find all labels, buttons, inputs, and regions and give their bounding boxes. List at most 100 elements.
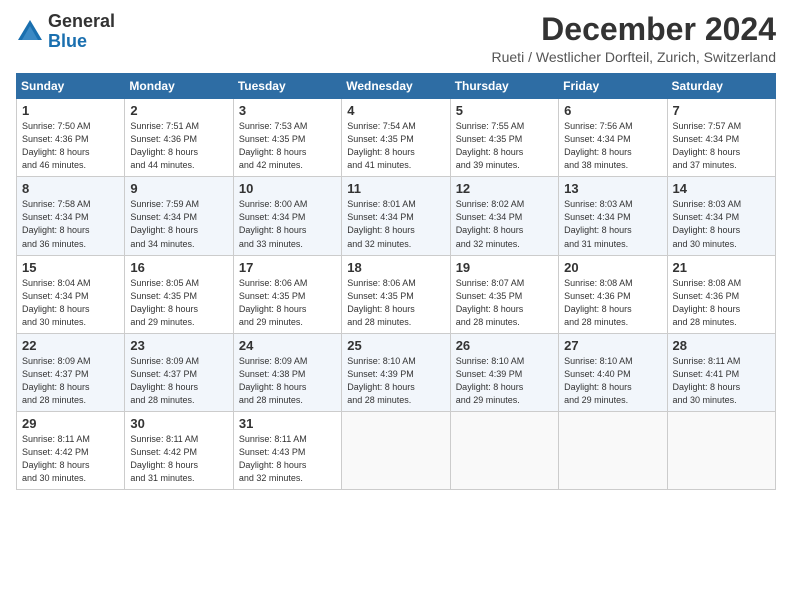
day-number: 27 [564,338,661,353]
table-row: 12 Sunrise: 8:02 AMSunset: 4:34 PMDayligh… [450,177,558,255]
day-info: Sunrise: 7:54 AMSunset: 4:35 PMDaylight:… [347,121,416,170]
table-row: 16 Sunrise: 8:05 AMSunset: 4:35 PMDayligh… [125,255,233,333]
logo-icon [16,18,44,46]
table-row: 3Sunrise: 7:53 AMSunset: 4:35 PMDaylight… [233,99,341,177]
day-number: 25 [347,338,444,353]
day-info: Sunrise: 8:06 AMSunset: 4:35 PMDaylight:… [239,278,308,327]
day-info: Sunrise: 8:03 AMSunset: 4:34 PMDaylight:… [564,199,633,248]
day-number: 4 [347,103,444,118]
page: General Blue December 2024 Rueti / Westl… [0,0,792,612]
calendar-row: 15 Sunrise: 8:04 AMSunset: 4:34 PMDayligh… [17,255,776,333]
table-row: 19 Sunrise: 8:07 AMSunset: 4:35 PMDayligh… [450,255,558,333]
table-row [667,411,775,489]
day-info: Sunrise: 8:10 AMSunset: 4:39 PMDaylight:… [456,356,525,405]
day-info: Sunrise: 7:53 AMSunset: 4:35 PMDaylight:… [239,121,308,170]
calendar-table: Sunday Monday Tuesday Wednesday Thursday… [16,73,776,490]
table-row: 4 Sunrise: 7:54 AMSunset: 4:35 PMDaylight… [342,99,450,177]
table-row: 29Sunrise: 8:11 AMSunset: 4:42 PMDayligh… [17,411,125,489]
day-number: 8 [22,181,119,196]
location-title: Rueti / Westlicher Dorfteil, Zurich, Swi… [492,49,777,65]
day-info: Sunrise: 8:08 AMSunset: 4:36 PMDaylight:… [564,278,633,327]
table-row: 5 Sunrise: 7:55 AMSunset: 4:35 PMDaylight… [450,99,558,177]
col-friday: Friday [559,74,667,99]
day-info: Sunrise: 8:09 AMSunset: 4:38 PMDaylight:… [239,356,308,405]
day-info: Sunrise: 8:11 AMSunset: 4:42 PMDaylight:… [130,434,198,483]
day-number: 1 [22,103,119,118]
day-number: 5 [456,103,553,118]
day-info: Sunrise: 8:03 AMSunset: 4:34 PMDaylight:… [673,199,742,248]
day-info: Sunrise: 8:11 AMSunset: 4:43 PMDaylight:… [239,434,307,483]
day-info: Sunrise: 8:04 AMSunset: 4:34 PMDaylight:… [22,278,91,327]
table-row: 21 Sunrise: 8:08 AMSunset: 4:36 PMDayligh… [667,255,775,333]
day-number: 23 [130,338,227,353]
table-row: 28 Sunrise: 8:11 AMSunset: 4:41 PMDayligh… [667,333,775,411]
day-number: 31 [239,416,336,431]
day-number: 30 [130,416,227,431]
day-info: Sunrise: 8:07 AMSunset: 4:35 PMDaylight:… [456,278,525,327]
day-info: Sunrise: 8:05 AMSunset: 4:35 PMDaylight:… [130,278,199,327]
table-row: 8 Sunrise: 7:58 AMSunset: 4:34 PMDaylight… [17,177,125,255]
day-number: 29 [22,416,119,431]
table-row: 7Sunrise: 7:57 AMSunset: 4:34 PMDaylight… [667,99,775,177]
day-number: 11 [347,181,444,196]
day-info: Sunrise: 8:11 AMSunset: 4:41 PMDaylight:… [673,356,741,405]
day-number: 12 [456,181,553,196]
day-info: Sunrise: 8:08 AMSunset: 4:36 PMDaylight:… [673,278,742,327]
day-info: Sunrise: 8:09 AMSunset: 4:37 PMDaylight:… [22,356,91,405]
day-number: 16 [130,260,227,275]
col-saturday: Saturday [667,74,775,99]
table-row: 27 Sunrise: 8:10 AMSunset: 4:40 PMDayligh… [559,333,667,411]
table-row: 17 Sunrise: 8:06 AMSunset: 4:35 PMDayligh… [233,255,341,333]
table-row: 15 Sunrise: 8:04 AMSunset: 4:34 PMDayligh… [17,255,125,333]
col-wednesday: Wednesday [342,74,450,99]
header: General Blue December 2024 Rueti / Westl… [16,12,776,65]
table-row: 31 Sunrise: 8:11 AMSunset: 4:43 PMDayligh… [233,411,341,489]
logo-general-text: General [48,11,115,31]
day-number: 21 [673,260,770,275]
table-row: 11 Sunrise: 8:01 AMSunset: 4:34 PMDayligh… [342,177,450,255]
col-sunday: Sunday [17,74,125,99]
day-number: 17 [239,260,336,275]
table-row: 20 Sunrise: 8:08 AMSunset: 4:36 PMDayligh… [559,255,667,333]
logo-blue-text: Blue [48,31,87,51]
day-number: 19 [456,260,553,275]
day-info: Sunrise: 7:55 AMSunset: 4:35 PMDaylight:… [456,121,525,170]
day-info: Sunrise: 7:51 AMSunset: 4:36 PMDaylight:… [130,121,199,170]
day-number: 28 [673,338,770,353]
day-info: Sunrise: 7:59 AMSunset: 4:34 PMDaylight:… [130,199,199,248]
table-row: 18 Sunrise: 8:06 AMSunset: 4:35 PMDayligh… [342,255,450,333]
day-info: Sunrise: 7:58 AMSunset: 4:34 PMDaylight:… [22,199,91,248]
day-info: Sunrise: 8:09 AMSunset: 4:37 PMDaylight:… [130,356,199,405]
day-number: 24 [239,338,336,353]
calendar-row: 8 Sunrise: 7:58 AMSunset: 4:34 PMDaylight… [17,177,776,255]
month-title: December 2024 [492,12,777,47]
table-row: 10Sunrise: 8:00 AMSunset: 4:34 PMDayligh… [233,177,341,255]
table-row [559,411,667,489]
day-number: 15 [22,260,119,275]
calendar-row: 22 Sunrise: 8:09 AMSunset: 4:37 PMDayligh… [17,333,776,411]
table-row: 9 Sunrise: 7:59 AMSunset: 4:34 PMDaylight… [125,177,233,255]
day-number: 20 [564,260,661,275]
table-row: 26Sunrise: 8:10 AMSunset: 4:39 PMDayligh… [450,333,558,411]
title-block: December 2024 Rueti / Westlicher Dorftei… [492,12,777,65]
day-info: Sunrise: 8:10 AMSunset: 4:40 PMDaylight:… [564,356,633,405]
table-row: 13 Sunrise: 8:03 AMSunset: 4:34 PMDayligh… [559,177,667,255]
table-row: 30 Sunrise: 8:11 AMSunset: 4:42 PMDayligh… [125,411,233,489]
table-row: 6Sunrise: 7:56 AMSunset: 4:34 PMDaylight… [559,99,667,177]
table-row: 1Sunrise: 7:50 AMSunset: 4:36 PMDaylight… [17,99,125,177]
table-row: 2 Sunrise: 7:51 AMSunset: 4:36 PMDaylight… [125,99,233,177]
day-info: Sunrise: 8:06 AMSunset: 4:35 PMDaylight:… [347,278,416,327]
day-number: 18 [347,260,444,275]
day-info: Sunrise: 8:01 AMSunset: 4:34 PMDaylight:… [347,199,416,248]
header-row: Sunday Monday Tuesday Wednesday Thursday… [17,74,776,99]
day-number: 22 [22,338,119,353]
col-tuesday: Tuesday [233,74,341,99]
day-info: Sunrise: 8:10 AMSunset: 4:39 PMDaylight:… [347,356,416,405]
day-number: 13 [564,181,661,196]
table-row [342,411,450,489]
day-info: Sunrise: 8:02 AMSunset: 4:34 PMDaylight:… [456,199,525,248]
day-number: 6 [564,103,661,118]
day-number: 2 [130,103,227,118]
col-thursday: Thursday [450,74,558,99]
day-number: 9 [130,181,227,196]
